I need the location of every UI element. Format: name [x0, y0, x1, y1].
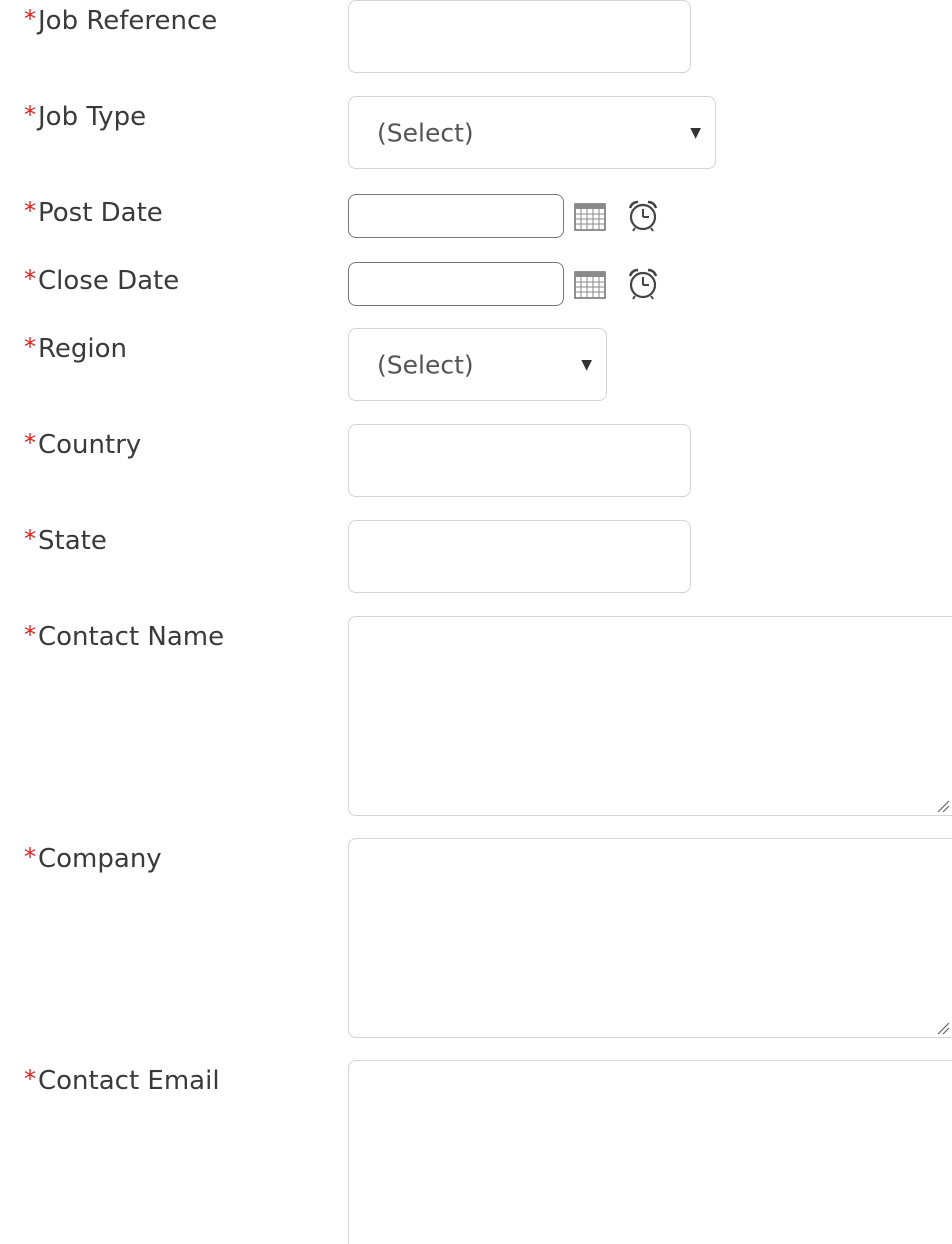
calendar-icon[interactable] — [574, 271, 606, 299]
region-label: *Region — [24, 333, 128, 364]
job-reference-input[interactable] — [348, 0, 691, 73]
post-date-label: *Post Date — [24, 197, 163, 228]
job-type-select[interactable]: (Select) ▼ — [348, 96, 716, 169]
required-marker: * — [24, 333, 36, 361]
resize-grip-icon[interactable] — [936, 1021, 950, 1035]
job-posting-form: *Job Reference *Job Type (Select) ▼ *Pos… — [0, 0, 952, 1244]
company-textarea[interactable] — [348, 838, 952, 1038]
close-date-input[interactable] — [348, 262, 564, 306]
clock-icon[interactable] — [626, 267, 660, 301]
region-select[interactable]: (Select) ▼ — [348, 328, 607, 401]
contact-email-label: *Contact Email — [24, 1065, 220, 1096]
contact-email-textarea[interactable] — [348, 1060, 952, 1244]
clock-icon[interactable] — [626, 199, 660, 233]
post-date-input[interactable] — [348, 194, 564, 238]
contact-name-label: *Contact Name — [24, 621, 225, 652]
required-marker: * — [24, 1065, 36, 1093]
resize-grip-icon[interactable] — [936, 799, 950, 813]
state-label: *State — [24, 525, 107, 556]
country-label: *Country — [24, 429, 142, 460]
dropdown-arrow-icon: ▼ — [690, 124, 701, 141]
required-marker: * — [24, 429, 36, 457]
state-input[interactable] — [348, 520, 691, 593]
required-marker: * — [24, 101, 36, 129]
country-input[interactable] — [348, 424, 691, 497]
required-marker: * — [24, 5, 36, 33]
calendar-icon[interactable] — [574, 203, 606, 231]
region-selected-value: (Select) — [377, 350, 474, 379]
job-reference-label: *Job Reference — [24, 5, 218, 36]
job-type-label: *Job Type — [24, 101, 147, 132]
required-marker: * — [24, 621, 36, 649]
required-marker: * — [24, 525, 36, 553]
close-date-label: *Close Date — [24, 265, 180, 296]
required-marker: * — [24, 197, 36, 225]
company-label: *Company — [24, 843, 162, 874]
job-type-selected-value: (Select) — [377, 118, 474, 147]
required-marker: * — [24, 843, 36, 871]
dropdown-arrow-icon: ▼ — [581, 356, 592, 373]
contact-name-textarea[interactable] — [348, 616, 952, 816]
required-marker: * — [24, 265, 36, 293]
